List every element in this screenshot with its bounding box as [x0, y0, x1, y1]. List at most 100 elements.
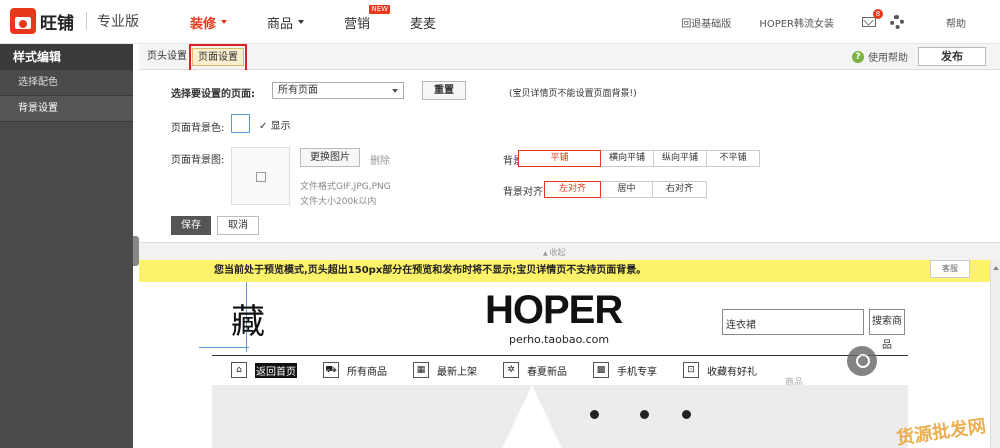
show-label: 显示 [270, 121, 291, 132]
shop-search-input[interactable]: 连衣裙 [722, 309, 864, 335]
chevron-down-icon [392, 89, 398, 93]
checkmark-icon: ✓ [259, 121, 268, 132]
lock-icon: ⊡ [683, 362, 699, 378]
format-hint: 文件格式GIF,JPG,PNG [300, 182, 391, 192]
back-to-basic-link[interactable]: 回退基础版 [681, 15, 731, 30]
shop-nav-all-label: 所有商品 [347, 366, 387, 378]
shop-nav: ⌂ 返回首页 ⛟ 所有商品 ▦ 最新上架 ✲ 春夏新品 ▩ 手机专享 ⊡ 收藏有… [231, 362, 783, 378]
background-settings-form: 选择要设置的页面: 所有页面 重置 (宝贝详情页不能设置页面背景!) 页面背景色… [139, 70, 1000, 242]
save-button[interactable]: 保存 [171, 216, 211, 235]
style-sidebar: 样式编辑 选择配色 背景设置 [0, 44, 133, 448]
main-nav: 装修 商品 营销 NEW 麦麦 [190, 0, 476, 44]
image-placeholder-icon [256, 172, 266, 182]
shop-nav-all[interactable]: ⛟ 所有商品 [323, 362, 387, 378]
question-icon: ? [852, 50, 864, 63]
logo-divider [86, 12, 87, 30]
shop-domain: perho.taobao.com [509, 333, 610, 346]
shop-nav-favorite[interactable]: ⊡ 收藏有好礼 [683, 362, 757, 378]
cart-icon: ⛟ [323, 362, 339, 378]
page-select[interactable]: 所有页面 [272, 82, 404, 99]
bg-image-label: 页面背景图: [171, 155, 225, 166]
hero-banner [212, 385, 908, 448]
mail-icon[interactable]: 8 [862, 9, 883, 27]
sun-icon: ✲ [503, 362, 519, 378]
lock-overlay-icon[interactable] [847, 346, 877, 376]
align-option-right[interactable]: 右对齐 [652, 181, 707, 198]
highlight-box [189, 44, 247, 72]
gear-icon[interactable] [890, 15, 904, 29]
preview-scrollbar[interactable] [990, 260, 1000, 448]
top-bar: 旺铺 专业版 装修 商品 营销 NEW 麦麦 回退基础版 HOPER韩流女装 8… [0, 0, 1000, 44]
shop-nav-mobile[interactable]: ▩ 手机专享 [593, 362, 657, 378]
header-divider [212, 355, 908, 356]
collapse-toggle[interactable]: 收起 [543, 247, 566, 258]
chevron-down-icon [221, 20, 228, 24]
nav-products[interactable]: 商品 [267, 13, 305, 32]
shop-logo-char: 藏 [231, 302, 265, 342]
bg-color-picker[interactable] [231, 114, 250, 133]
display-option-horizontal[interactable]: 横向平铺 [600, 150, 654, 167]
customer-service-button[interactable]: 客服 [930, 260, 970, 278]
tab-header-settings[interactable]: 页头设置 [142, 48, 192, 66]
bg-color-label: 页面背景色: [171, 123, 225, 134]
grid-icon: ▦ [413, 362, 429, 378]
image-format-hint: 文件格式GIF,JPG,PNG 文件大小200k以内 [300, 180, 391, 210]
display-option-none[interactable]: 不平铺 [706, 150, 760, 167]
reset-button[interactable]: 重置 [422, 81, 466, 100]
chevron-down-icon [298, 20, 305, 24]
model-figure [640, 410, 649, 419]
page-select-label: 选择要设置的页面: [171, 89, 255, 100]
logo-text: 旺铺 [40, 13, 74, 34]
bg-align-options: 左对齐 居中 右对齐 [544, 181, 707, 198]
shop-nav-new[interactable]: ▦ 最新上架 [413, 362, 477, 378]
sidebar-title: 样式编辑 [0, 44, 133, 70]
shop-logo-icon [10, 8, 36, 34]
mail-count-badge: 8 [873, 9, 883, 19]
shop-nav-favorite-label: 收藏有好礼 [707, 366, 757, 378]
publish-button[interactable]: 发布 [918, 47, 986, 66]
align-option-left[interactable]: 左对齐 [544, 181, 601, 198]
cancel-button[interactable]: 取消 [217, 216, 259, 235]
shop-name-link[interactable]: HOPER韩流女装 [759, 15, 834, 30]
display-option-vertical[interactable]: 纵向平铺 [653, 150, 707, 167]
hero-triangle [502, 385, 562, 448]
usage-help-link[interactable]: ? 使用帮助 [852, 49, 908, 64]
help-link[interactable]: 帮助 [946, 15, 966, 30]
size-hint: 文件大小200k以内 [300, 197, 377, 207]
nav-maimai[interactable]: 麦麦 [410, 13, 436, 32]
sidebar-item-background[interactable]: 背景设置 [0, 96, 133, 122]
shop-page: 藏 HOPER perho.taobao.com 连衣裙 搜索商品 ⌂ 返回首页… [139, 282, 990, 448]
page-select-value: 所有页面 [278, 85, 318, 96]
new-badge: NEW [369, 4, 391, 14]
nav-decorate-label: 装修 [190, 16, 217, 32]
nav-marketing-label: 营销 [344, 16, 371, 32]
brand-name: HOPER [485, 288, 623, 332]
guide-line-horizontal [199, 347, 249, 348]
shop-nav-spring[interactable]: ✲ 春夏新品 [503, 362, 567, 378]
sidebar-item-color-scheme[interactable]: 选择配色 [0, 70, 133, 96]
edition-label: 专业版 [97, 14, 139, 30]
shop-nav-home[interactable]: ⌂ 返回首页 [231, 362, 297, 378]
logo[interactable]: 旺铺 专业版 [10, 8, 139, 34]
display-option-tile[interactable]: 平铺 [518, 150, 601, 167]
background-note: (宝贝详情页不能设置页面背景!) [509, 89, 637, 99]
delete-image-link[interactable]: 删除 [370, 152, 390, 167]
nav-decorate[interactable]: 装修 [190, 13, 228, 32]
bg-align-label: 背景对齐: [503, 187, 547, 198]
bg-display-options: 平铺 横向平铺 纵向平铺 不平铺 [518, 150, 760, 167]
nav-marketing[interactable]: 营销 NEW [344, 4, 391, 32]
preview-mode-banner: 您当前处于预览模式,页头超出150px部分在预览和发布时将不显示;宝贝详情页不支… [139, 260, 1000, 282]
show-checkbox[interactable]: ✓ 显示 [259, 117, 291, 132]
hero-models [578, 406, 708, 448]
nav-maimai-label: 麦麦 [410, 16, 437, 32]
shop-nav-new-label: 最新上架 [437, 366, 477, 378]
shop-nav-home-label: 返回首页 [255, 362, 297, 378]
shop-search-button[interactable]: 搜索商品 [869, 309, 905, 351]
shop-preview: 收起 您当前处于预览模式,页头超出150px部分在预览和发布时将不显示;宝贝详情… [139, 242, 1000, 448]
bg-image-preview [231, 147, 290, 205]
usage-help-label: 使用帮助 [868, 53, 908, 64]
model-figure [682, 410, 691, 419]
align-option-center[interactable]: 居中 [600, 181, 653, 198]
change-image-button[interactable]: 更换图片 [300, 148, 360, 167]
home-icon: ⌂ [231, 362, 247, 378]
